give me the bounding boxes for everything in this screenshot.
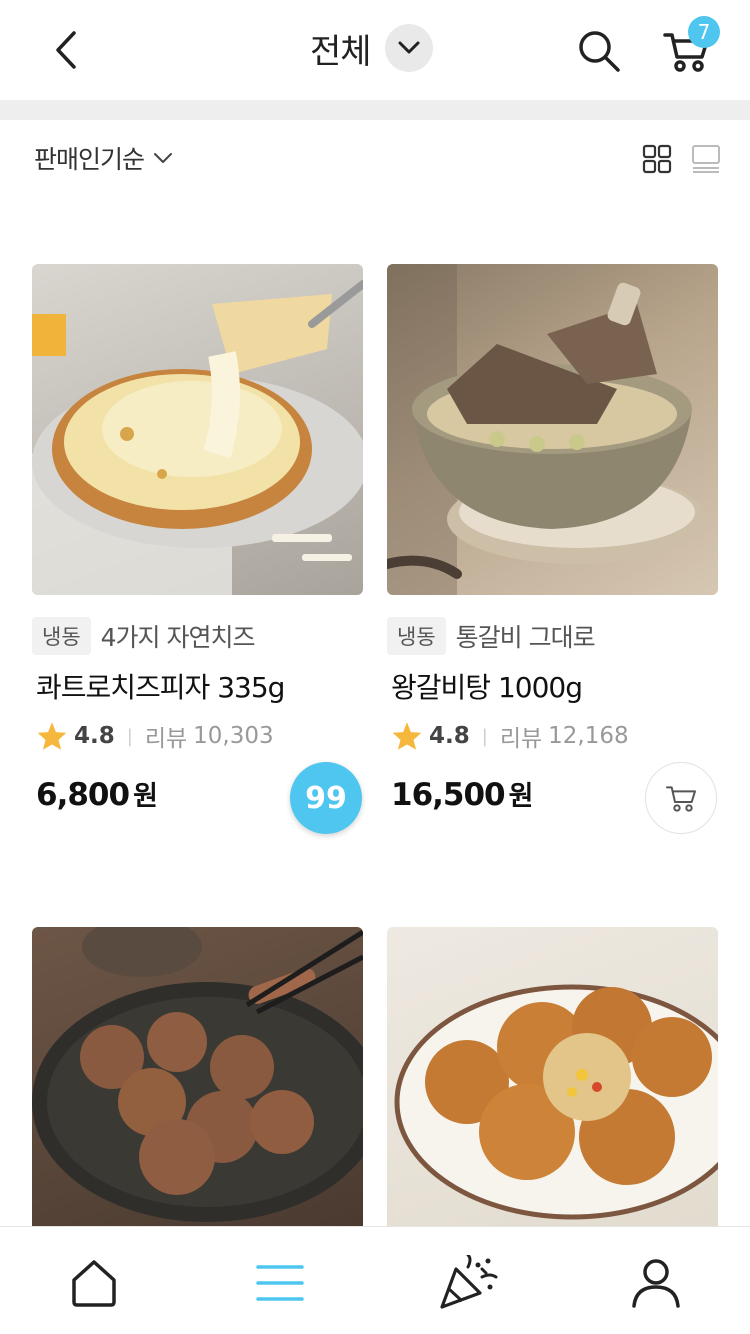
star-icon bbox=[37, 722, 67, 750]
review-count: 12,168 bbox=[548, 723, 629, 749]
rating-row: 4.8 | 리뷰 10,303 bbox=[36, 720, 274, 752]
home-icon bbox=[72, 1260, 116, 1307]
list-view-icon bbox=[692, 145, 720, 173]
promo-badge[interactable]: 99 bbox=[290, 762, 362, 834]
user-icon bbox=[632, 1259, 680, 1308]
review-label: 리뷰 bbox=[144, 726, 188, 752]
product-image[interactable] bbox=[32, 264, 363, 595]
pizza-photo bbox=[32, 280, 363, 595]
separator: | bbox=[126, 725, 133, 747]
top-bar: 전체 7 bbox=[0, 0, 750, 100]
product-tag-row: 냉동 통갈비 그대로 bbox=[387, 617, 596, 655]
price-value: 16,500 bbox=[391, 777, 506, 813]
frozen-tag: 냉동 bbox=[32, 617, 91, 655]
grid-view-icon bbox=[642, 144, 672, 174]
category-dropdown-button[interactable] bbox=[384, 24, 433, 72]
header-divider bbox=[0, 100, 750, 120]
list-view-button[interactable] bbox=[690, 144, 722, 174]
back-button[interactable] bbox=[44, 26, 88, 74]
price-value: 6,800 bbox=[36, 777, 130, 813]
category-selector[interactable]: 전체 bbox=[310, 22, 433, 74]
tteokgalbi-photo bbox=[32, 927, 363, 1222]
review-count: 10,303 bbox=[193, 723, 274, 749]
product-image[interactable] bbox=[387, 264, 718, 595]
rating-value: 4.8 bbox=[74, 723, 115, 749]
nav-event[interactable] bbox=[438, 1255, 498, 1311]
product-name[interactable]: 콰트로치즈피자 335g bbox=[36, 666, 285, 706]
cart-count-badge: 7 bbox=[688, 16, 720, 48]
product-subtitle: 통갈비 그대로 bbox=[455, 623, 596, 652]
separator: | bbox=[481, 725, 488, 747]
chevron-down-icon bbox=[398, 41, 420, 54]
product-subtitle: 4가지 자연치즈 bbox=[100, 623, 256, 652]
menu-icon bbox=[256, 1265, 304, 1301]
search-icon bbox=[579, 31, 620, 72]
product-card[interactable] bbox=[32, 927, 363, 1226]
frozen-tag: 냉동 bbox=[387, 617, 446, 655]
product-card[interactable] bbox=[387, 927, 718, 1226]
grid-view-button[interactable] bbox=[642, 144, 672, 174]
sort-label: 판매인기순 bbox=[34, 145, 145, 174]
nav-home[interactable] bbox=[64, 1255, 124, 1311]
product-image[interactable] bbox=[387, 927, 718, 1226]
cart-icon bbox=[666, 786, 696, 812]
search-button[interactable] bbox=[574, 26, 624, 76]
rating-value: 4.8 bbox=[429, 723, 470, 749]
review-label: 리뷰 bbox=[499, 726, 543, 752]
add-to-cart-button[interactable] bbox=[645, 762, 717, 834]
currency-label: 원 bbox=[508, 781, 534, 812]
sort-dropdown[interactable]: 판매인기순 bbox=[34, 140, 174, 176]
nav-mypage[interactable] bbox=[626, 1255, 686, 1311]
nav-category[interactable] bbox=[250, 1255, 310, 1311]
price-row: 16,500 원 bbox=[391, 774, 533, 813]
product-name[interactable]: 왕갈비탕 1000g bbox=[391, 666, 583, 706]
product-card[interactable]: 냉동 4가지 자연치즈 콰트로치즈피자 335g 4.8 | 리뷰 10,303… bbox=[32, 264, 363, 834]
croquette-photo bbox=[394, 984, 718, 1220]
currency-label: 원 bbox=[133, 781, 158, 812]
back-icon bbox=[56, 31, 76, 69]
product-image[interactable] bbox=[32, 927, 363, 1226]
price-row: 6,800 원 bbox=[36, 774, 158, 813]
page-title: 전체 bbox=[310, 31, 372, 72]
product-card[interactable]: 냉동 통갈비 그대로 왕갈비탕 1000g 4.8 | 리뷰 12,168 16… bbox=[387, 264, 718, 834]
product-tag-row: 냉동 4가지 자연치즈 bbox=[32, 617, 256, 655]
rating-row: 4.8 | 리뷰 12,168 bbox=[391, 720, 629, 752]
party-icon bbox=[440, 1255, 498, 1309]
galbitang-photo bbox=[387, 264, 707, 595]
chevron-down-icon bbox=[154, 153, 173, 163]
bottom-navigation bbox=[0, 1226, 750, 1334]
star-icon bbox=[392, 722, 422, 750]
